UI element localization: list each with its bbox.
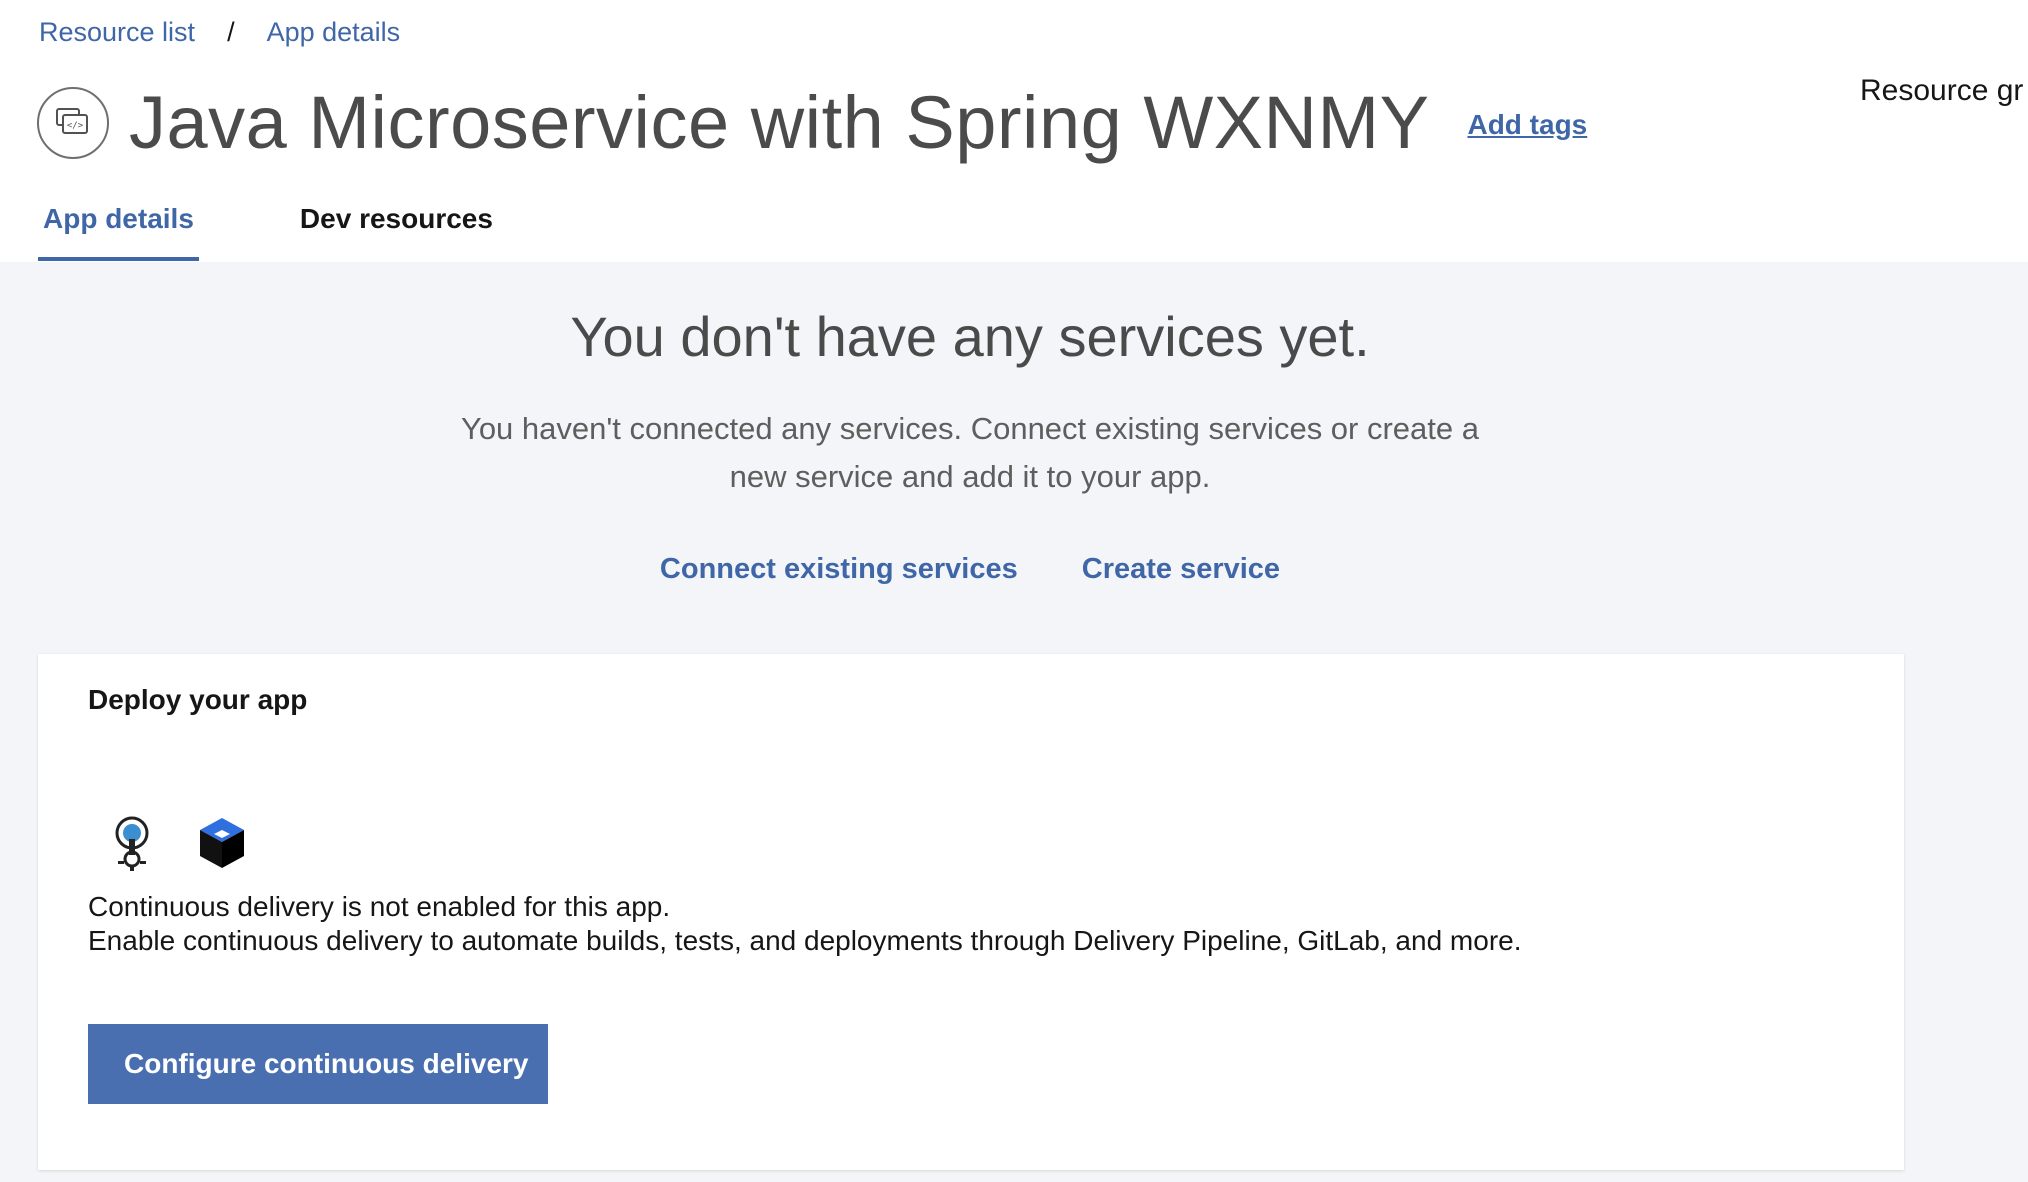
empty-state-desc-line1: You haven't connected any services. Conn… <box>460 411 1479 446</box>
empty-state-actions: Connect existing services Create service <box>0 553 1940 586</box>
app-code-icon: </> <box>37 87 109 159</box>
configure-continuous-delivery-button[interactable]: Configure continuous delivery <box>88 1024 548 1104</box>
cd-not-enabled-text: Continuous delivery is not enabled for t… <box>88 891 671 922</box>
cd-enable-description: Enable continuous delivery to automate b… <box>88 925 1522 956</box>
page-title-row: </> Java Microservice with Spring WXNMY … <box>37 83 1587 163</box>
breadcrumb-separator: / <box>227 16 235 47</box>
breadcrumb-app-details[interactable]: App details <box>267 17 401 48</box>
connect-existing-services-link[interactable]: Connect existing services <box>660 553 1018 586</box>
breadcrumb-resource-list[interactable]: Resource list <box>39 17 195 48</box>
create-service-link[interactable]: Create service <box>1082 553 1280 586</box>
no-services-empty-state: You don't have any services yet. You hav… <box>0 262 1940 586</box>
add-tags-link[interactable]: Add tags <box>1467 109 1587 141</box>
deploy-tool-icons <box>110 815 246 876</box>
tab-dev-resources[interactable]: Dev resources <box>295 195 498 261</box>
resource-group-label: Resource gr <box>1860 74 2024 107</box>
deploy-card-message: Continuous delivery is not enabled for t… <box>88 890 1522 958</box>
tab-app-details[interactable]: App details <box>38 195 199 261</box>
page-title: Java Microservice with Spring WXNMY <box>129 81 1430 164</box>
empty-state-description: You haven't connected any services. Conn… <box>430 405 1510 501</box>
delivery-pipeline-icon <box>110 815 154 876</box>
empty-state-desc-line2: new service and add it to your app. <box>729 459 1211 494</box>
deploy-app-card: Deploy your app Continuous delivery is n <box>38 654 1904 1170</box>
deploy-card-title: Deploy your app <box>88 684 308 715</box>
tab-list: App details Dev resources <box>38 195 498 261</box>
empty-state-title: You don't have any services yet. <box>570 305 1370 368</box>
gitlab-cube-icon <box>198 816 246 875</box>
svg-text:</>: </> <box>67 121 84 131</box>
breadcrumb: Resource list / App details <box>39 12 400 52</box>
